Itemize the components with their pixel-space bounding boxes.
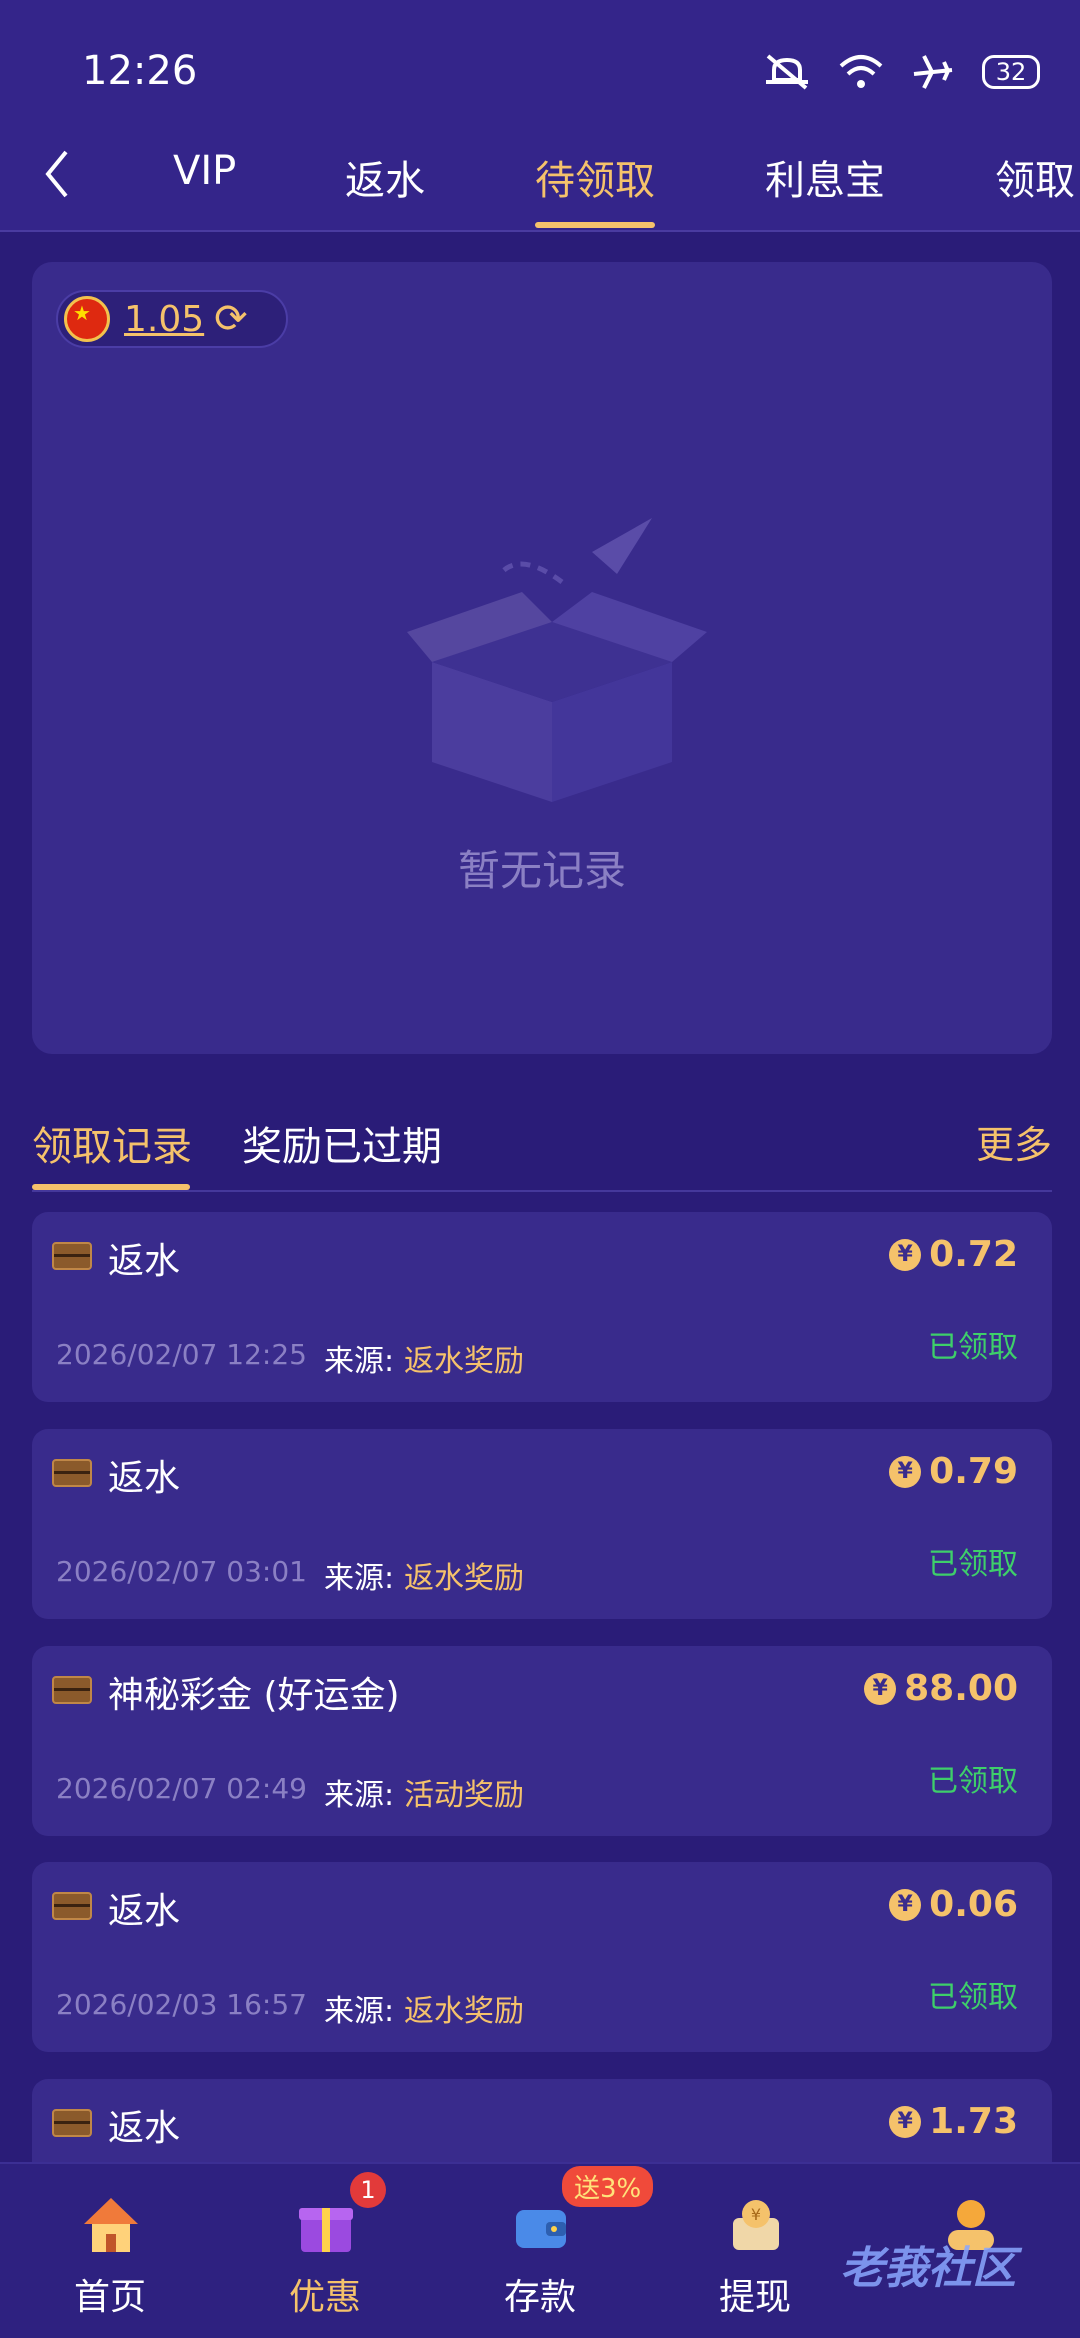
record-item[interactable]: 返水 ¥0.72 2026/02/07 12:25 来源: 返水奖励 已领取 — [32, 1212, 1052, 1402]
tab-claim-records[interactable]: 领取记录 — [32, 1114, 192, 1172]
balance-pill[interactable]: 1.05 ⟳ — [56, 290, 288, 348]
treasure-chest-icon — [52, 1676, 92, 1704]
china-flag-icon — [64, 296, 110, 342]
record-status: 已领取 — [928, 1330, 1018, 1365]
tab-pending[interactable]: 待领取 — [535, 148, 655, 206]
nav-promotions[interactable]: 1 优惠 — [250, 2164, 400, 2338]
record-date: 2026/02/03 16:57 — [56, 1988, 307, 2021]
record-status: 已领取 — [928, 1980, 1018, 2015]
records-tab-indicator — [32, 1184, 190, 1190]
nav-deposit-label: 存款 — [503, 2277, 576, 2318]
nav-withdraw[interactable]: ¥ 提现 — [680, 2164, 830, 2338]
home-icon — [84, 2198, 138, 2252]
tab-interest[interactable]: 利息宝 — [765, 148, 885, 206]
treasure-chest-icon — [52, 1459, 92, 1487]
status-icons: 32 — [762, 52, 1040, 92]
refresh-icon[interactable]: ⟳ — [214, 296, 248, 342]
record-amount: ¥1.73 — [889, 2101, 1018, 2142]
nav-withdraw-label: 提现 — [718, 2277, 791, 2318]
top-tab-bar: VIP 返水 待领取 利息宝 领取 — [0, 130, 1080, 232]
coin-icon: ¥ — [733, 2200, 779, 2250]
empty-box-icon — [407, 518, 707, 802]
back-icon[interactable] — [38, 144, 78, 204]
record-amount: ¥0.79 — [889, 1451, 1018, 1492]
record-date: 2026/02/07 02:49 — [56, 1772, 307, 1805]
yen-icon: ¥ — [889, 1238, 922, 1271]
record-source-label: 来源: — [324, 1994, 395, 2029]
tab-expired-rewards[interactable]: 奖励已过期 — [242, 1114, 442, 1172]
record-source: 活动奖励 — [404, 1778, 524, 1813]
airplane-icon — [913, 55, 953, 89]
mute-icon — [766, 54, 808, 90]
record-source-label: 来源: — [324, 1344, 395, 1379]
record-item[interactable]: 返水 ¥0.06 2026/02/03 16:57 来源: 返水奖励 已领取 — [32, 1862, 1052, 2052]
record-amount: ¥0.72 — [889, 1234, 1018, 1275]
record-status: 已领取 — [928, 1764, 1018, 1799]
promotions-badge: 1 — [350, 2172, 386, 2208]
record-source-label: 来源: — [324, 1778, 395, 1813]
record-item[interactable]: 神秘彩金 (好运金) ¥88.00 2026/02/07 02:49 来源: 活… — [32, 1646, 1052, 1836]
pending-panel: 1.05 ⟳ 暂无记录 — [32, 262, 1052, 1054]
record-title: 神秘彩金 (好运金) — [108, 1675, 400, 1716]
treasure-chest-icon — [52, 1242, 92, 1270]
wifi-icon — [839, 55, 883, 88]
status-bar: 12:26 32 — [0, 0, 1080, 130]
nav-home[interactable]: 首页 — [35, 2164, 185, 2338]
gift-icon — [299, 2208, 353, 2252]
tab-vip[interactable]: VIP — [173, 148, 236, 194]
record-source: 返水奖励 — [404, 1344, 524, 1379]
svg-text:¥: ¥ — [751, 2205, 761, 2224]
tab-rebate[interactable]: 返水 — [345, 148, 425, 206]
record-item[interactable]: 返水 ¥0.79 2026/02/07 03:01 来源: 返水奖励 已领取 — [32, 1429, 1052, 1619]
wallet-icon — [516, 2210, 566, 2248]
treasure-chest-icon — [52, 1892, 92, 1920]
record-date: 2026/02/07 03:01 — [56, 1555, 307, 1588]
record-amount: ¥0.06 — [889, 1884, 1018, 1925]
record-title: 返水 — [108, 1891, 181, 1932]
yen-icon: ¥ — [889, 2105, 922, 2138]
yen-icon: ¥ — [864, 1672, 897, 1705]
record-source-label: 来源: — [324, 1561, 395, 1596]
balance-value: 1.05 — [124, 298, 205, 340]
nav-home-label: 首页 — [73, 2277, 146, 2318]
active-tab-indicator — [535, 222, 655, 228]
battery-indicator: 32 — [982, 55, 1040, 89]
empty-state-text: 暂无记录 — [457, 846, 626, 895]
record-status: 已领取 — [928, 1547, 1018, 1582]
record-source: 返水奖励 — [404, 1994, 524, 2029]
record-source: 返水奖励 — [404, 1561, 524, 1596]
tab-claim[interactable]: 领取 — [995, 148, 1075, 206]
more-link[interactable]: 更多 — [976, 1114, 1052, 1169]
yen-icon: ¥ — [889, 1455, 922, 1488]
deposit-promo-badge: 送3% — [562, 2166, 654, 2207]
nav-promotions-label: 优惠 — [288, 2277, 361, 2318]
records-tab-bar: 领取记录 奖励已过期 更多 — [32, 1100, 1052, 1192]
watermark-text: 老莪社区 — [840, 2243, 1016, 2294]
status-time: 12:26 — [82, 48, 198, 94]
record-title: 返水 — [108, 1241, 181, 1282]
record-date: 2026/02/07 12:25 — [56, 1338, 307, 1371]
record-title: 返水 — [108, 1458, 181, 1499]
treasure-chest-icon — [52, 2109, 92, 2137]
record-title: 返水 — [108, 2108, 181, 2149]
record-amount: ¥88.00 — [864, 1668, 1018, 1709]
yen-icon: ¥ — [889, 1888, 922, 1921]
